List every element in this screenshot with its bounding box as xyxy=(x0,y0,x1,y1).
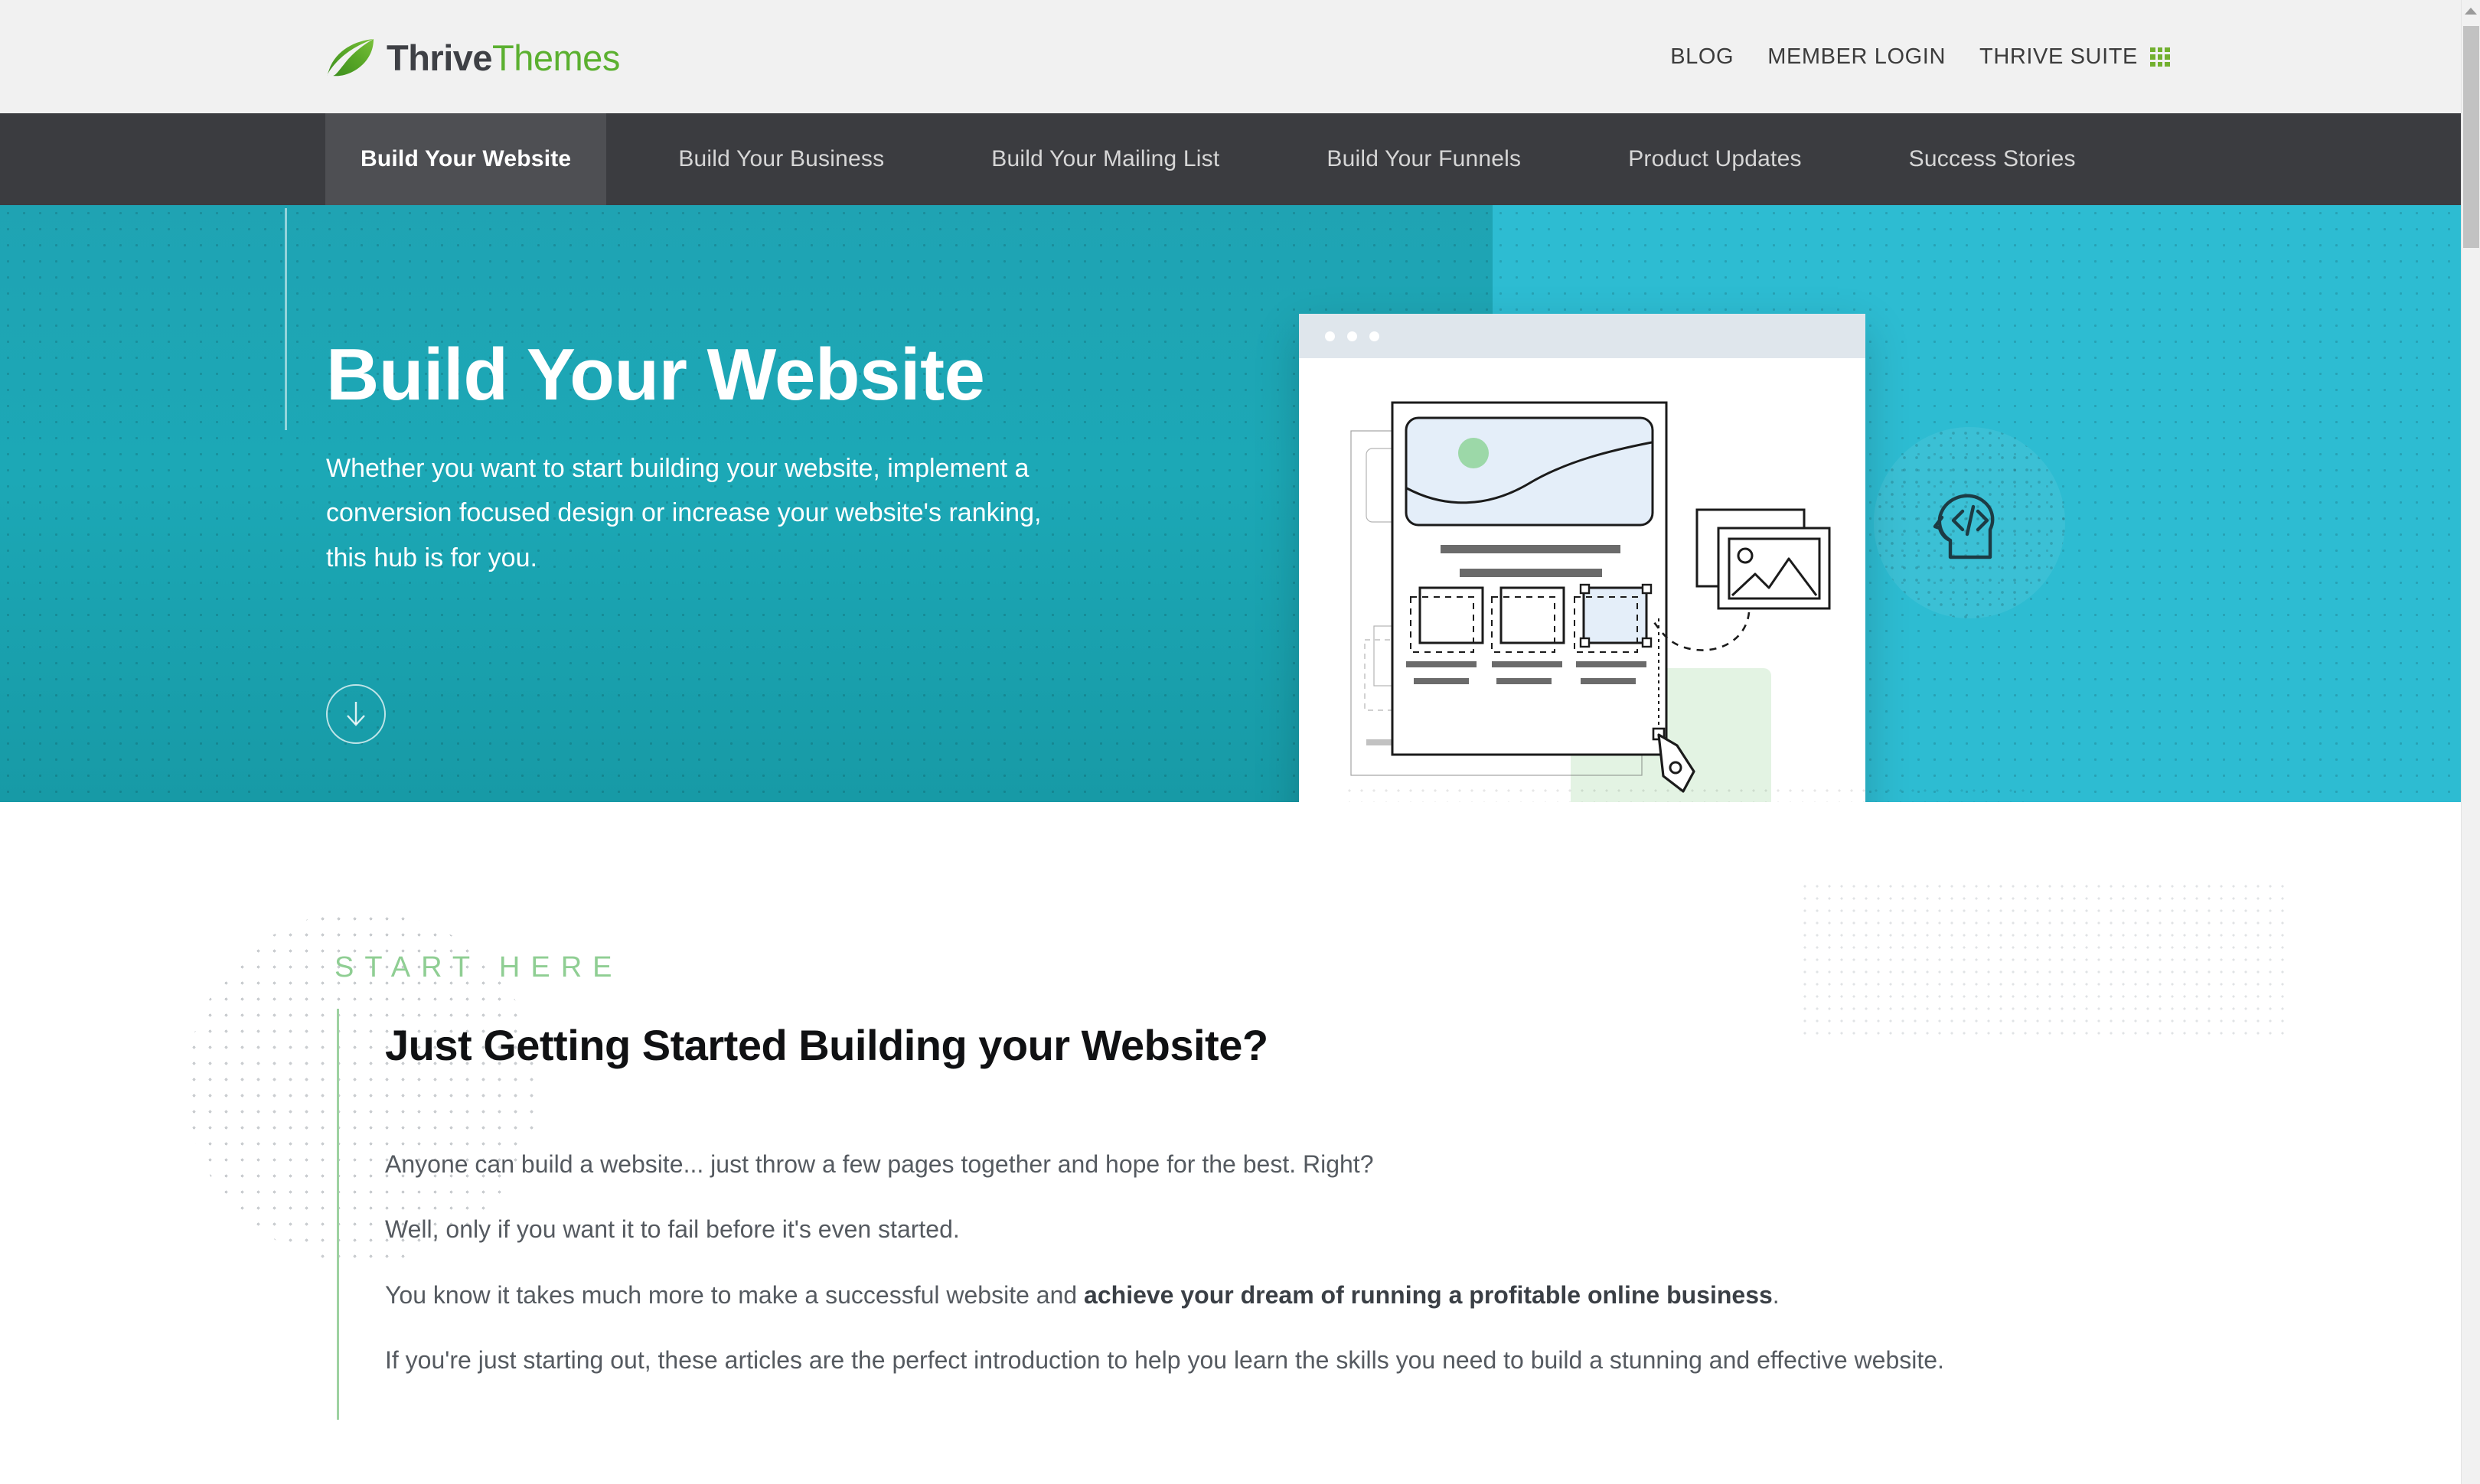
topnav-link-thrive-suite[interactable]: THRIVE SUITE xyxy=(1979,44,2170,70)
mockup-dot xyxy=(1325,331,1335,341)
start-here-eyebrow: START HERE xyxy=(334,951,623,983)
hero-title: Build Your Website xyxy=(326,334,985,416)
page-title: Just Getting Started Building your Websi… xyxy=(385,1021,1268,1069)
logo-thrive-text: Thrive xyxy=(387,37,493,78)
body-paragraph-2: Well, only if you want it to fail before… xyxy=(385,1215,960,1244)
tab-build-your-funnels[interactable]: Build Your Funnels xyxy=(1291,113,1556,205)
paragraph-3-post: . xyxy=(1772,1280,1780,1309)
start-here-accent-rule xyxy=(337,1009,339,1420)
utility-nav: BLOG MEMBER LOGIN THRIVE SUITE xyxy=(1670,44,2170,70)
body-paragraph-1: Anyone can build a website... just throw… xyxy=(385,1150,1374,1178)
mockup-dot xyxy=(1347,331,1357,341)
mockup-titlebar xyxy=(1299,314,1865,358)
leaf-icon xyxy=(325,38,376,77)
browser-mockup-illustration xyxy=(1299,314,1865,861)
nav-gap xyxy=(1255,113,1291,205)
scroll-up-arrow-icon[interactable] xyxy=(2465,8,2477,15)
nav-gap xyxy=(1837,113,1874,205)
mockup-dot xyxy=(1369,331,1379,341)
tab-product-updates[interactable]: Product Updates xyxy=(1593,113,1836,205)
hero-decorative-circle xyxy=(1874,427,2065,618)
topnav-link-blog[interactable]: BLOG xyxy=(1670,44,1734,70)
paragraph-3-bold: achieve your dream of running a profitab… xyxy=(1084,1280,1773,1309)
scroll-down-button[interactable] xyxy=(326,684,386,744)
logo-wordmark: ThriveThemes xyxy=(387,40,620,76)
start-here-body: Anyone can build a website... just throw… xyxy=(385,1146,2222,1408)
paragraph-3-pre: You know it takes much more to make a su… xyxy=(385,1280,1085,1309)
hero-subtitle: Whether you want to start building your … xyxy=(326,453,1042,572)
tab-success-stories[interactable]: Success Stories xyxy=(1874,113,2111,205)
vertical-scrollbar[interactable] xyxy=(2461,0,2480,1484)
scrollbar-thumb[interactable] xyxy=(2463,26,2479,248)
site-header: ThriveThemes BLOG MEMBER LOGIN THRIVE SU… xyxy=(0,0,2461,113)
tab-build-your-business[interactable]: Build Your Business xyxy=(643,113,919,205)
tab-build-your-mailing-list[interactable]: Build Your Mailing List xyxy=(956,113,1255,205)
grid-icon xyxy=(2150,47,2170,67)
hero-accent-line xyxy=(285,208,287,430)
nav-left-spacer xyxy=(0,113,325,205)
logo-themes-text: Themes xyxy=(492,37,620,78)
site-logo[interactable]: ThriveThemes xyxy=(325,35,620,80)
start-decorative-dot-block xyxy=(1799,880,2289,1041)
body-paragraph-3: You know it takes much more to make a su… xyxy=(385,1277,2222,1313)
arrow-down-icon xyxy=(347,702,365,726)
page-viewport: ThriveThemes BLOG MEMBER LOGIN THRIVE SU… xyxy=(0,0,2461,1484)
hero-copy: Build Your Website Whether you want to s… xyxy=(326,334,1137,580)
body-paragraph-4: If you're just starting out, these artic… xyxy=(385,1346,1944,1375)
nav-gap xyxy=(919,113,956,205)
nav-gap xyxy=(1556,113,1593,205)
tab-build-your-website[interactable]: Build Your Website xyxy=(325,113,607,205)
topnav-thrive-suite-label[interactable]: THRIVE SUITE xyxy=(1979,44,2138,70)
nav-gap xyxy=(606,113,643,205)
head-code-icon xyxy=(1933,494,1995,559)
primary-nav: Build Your Website Build Your Business B… xyxy=(0,113,2461,205)
browser-page: ThriveThemes BLOG MEMBER LOGIN THRIVE SU… xyxy=(0,0,2480,1484)
topnav-link-member-login[interactable]: MEMBER LOGIN xyxy=(1767,44,1946,70)
